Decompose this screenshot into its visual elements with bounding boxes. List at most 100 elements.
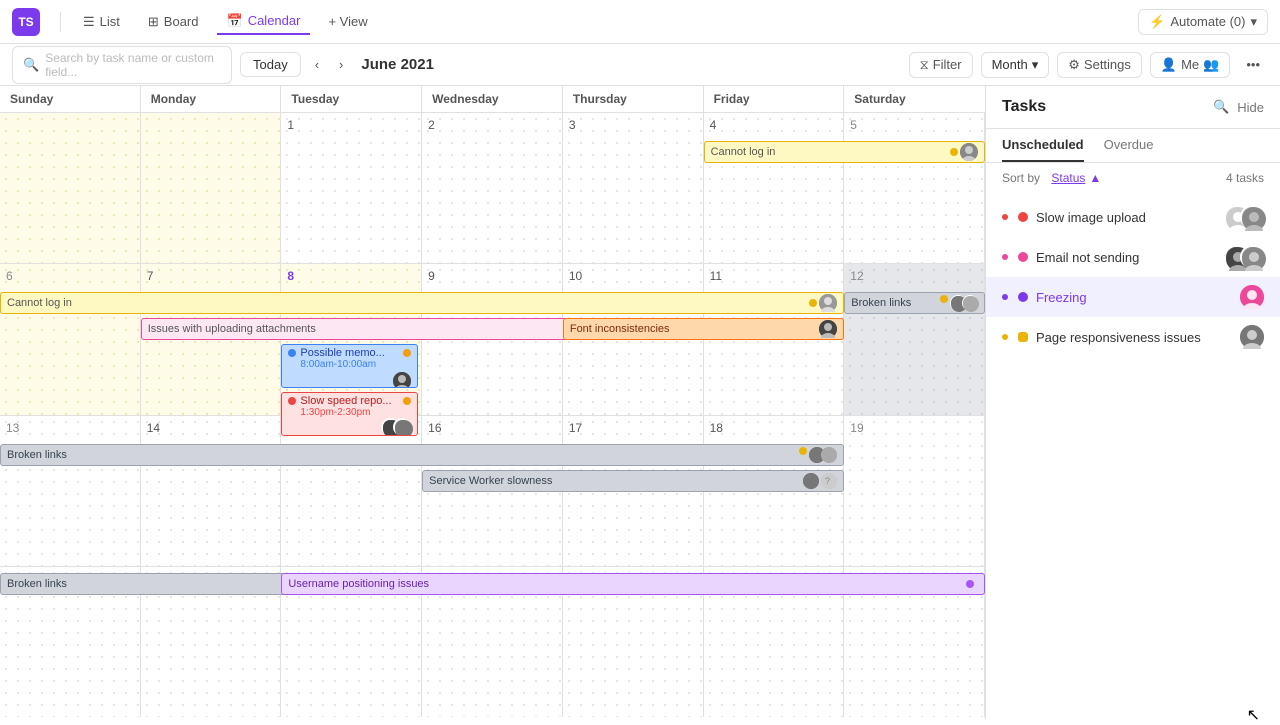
tab-unscheduled[interactable]: Unscheduled	[1002, 129, 1084, 162]
date-18: 18	[710, 421, 723, 435]
tasks-meta: Sort by Status ▲ 4 tasks	[986, 163, 1280, 193]
tasks-title: Tasks	[1002, 98, 1213, 116]
task-drag-handle	[1002, 334, 1008, 340]
header-sunday: Sunday	[0, 86, 141, 112]
broken-links-r3[interactable]: Broken links	[0, 444, 844, 466]
cal-cell-5[interactable]: 5	[844, 113, 985, 263]
username-positioning-event[interactable]: Username positioning issues	[281, 573, 985, 595]
header-monday: Monday	[141, 86, 282, 112]
automate-btn[interactable]: ⚡ Automate (0) ▾	[1138, 9, 1268, 35]
nav-calendar[interactable]: 📅 Calendar	[217, 9, 311, 35]
event-avatar	[819, 320, 837, 338]
event-time: 8:00am-10:00am	[288, 359, 376, 370]
cal-cell-13[interactable]: 13	[0, 416, 141, 566]
broken-links-r1[interactable]: Broken links	[844, 292, 985, 314]
event-label: Possible memo...	[300, 347, 384, 359]
service-worker-event[interactable]: Service Worker slowness ?	[422, 470, 844, 492]
toolbar: 🔍 Search by task name or custom field...…	[0, 44, 1280, 86]
cal-cell-12[interactable]: 12	[844, 264, 985, 414]
chevron-down-icon: ▾	[1250, 14, 1257, 30]
date-3: 3	[569, 118, 576, 132]
possible-memory-event[interactable]: Possible memo... 8:00am-10:00am	[281, 344, 418, 388]
list-icon: ☰	[83, 14, 95, 30]
tasks-tabs: Unscheduled Overdue	[986, 129, 1280, 163]
event-avatar-2	[962, 295, 978, 311]
task-avatar-1b	[1240, 205, 1264, 229]
event-label: Cannot log in	[711, 146, 776, 158]
event-label: Cannot log in	[7, 297, 72, 309]
date-1: 1	[287, 118, 294, 132]
date-5: 5	[850, 118, 857, 132]
nav-right: ⚡ Automate (0) ▾	[1138, 9, 1268, 35]
hide-btn[interactable]: Hide	[1237, 100, 1264, 115]
top-nav: TS ☰ List ⊞ Board 📅 Calendar + View ⚡ Au…	[0, 0, 1280, 44]
task-name-4: Page responsiveness issues	[1036, 330, 1232, 345]
settings-btn[interactable]: ⚙ Settings	[1057, 52, 1142, 78]
task-avatar-2b	[1240, 245, 1264, 269]
me-btn[interactable]: 👤 Me 👥	[1150, 52, 1230, 78]
search-box[interactable]: 🔍 Search by task name or custom field...	[12, 46, 232, 84]
date-7: 7	[147, 269, 154, 283]
logo-icon: TS	[12, 8, 40, 36]
cal-cell-1[interactable]: 1	[281, 113, 422, 263]
add-view-btn[interactable]: + View	[318, 10, 377, 33]
cal-cell-15[interactable]: 15	[281, 416, 422, 566]
task-drag-handle	[1002, 254, 1008, 260]
task-item-2[interactable]: Email not sending	[986, 237, 1280, 277]
month-btn[interactable]: Month ▾	[981, 52, 1050, 78]
sort-link[interactable]: Status	[1051, 171, 1085, 185]
event-label: Issues with uploading attachments	[148, 323, 316, 335]
cal-cell-4[interactable]: 4	[704, 113, 845, 263]
task-drag-handle	[1002, 214, 1008, 220]
tab-overdue[interactable]: Overdue	[1104, 129, 1154, 162]
cal-cell-6[interactable]: 6	[0, 264, 141, 414]
cal-cell-19[interactable]: 19	[844, 416, 985, 566]
tasks-search-icon[interactable]: 🔍	[1213, 99, 1229, 115]
slow-speed-event[interactable]: Slow speed repo... 1:30pm-2:30pm	[281, 392, 418, 436]
cannot-log-in-event-row0[interactable]: Cannot log in	[704, 141, 985, 163]
tasks-header: Tasks 🔍 Me Hide	[986, 86, 1280, 129]
tasks-panel: Tasks 🔍 Me Hide Unscheduled Overdue Sort…	[985, 86, 1280, 720]
cannot-log-in-r2[interactable]: Cannot log in	[0, 292, 844, 314]
ev-dot	[966, 580, 974, 588]
tasks-list: Slow image upload Email not sending	[986, 193, 1280, 720]
event-dot	[950, 148, 958, 156]
event-label: Broken links	[7, 449, 67, 461]
automate-icon: ⚡	[1149, 14, 1165, 30]
cal-row-2: 13 14 15 16 17 18	[0, 416, 985, 567]
calendar: Sunday Monday Tuesday Wednesday Thursday…	[0, 86, 985, 720]
cal-cell-blank-sun[interactable]	[0, 113, 141, 263]
cal-cell-blank-mon[interactable]	[141, 113, 282, 263]
cal-row-1: 6 7 8 9 10 11	[0, 264, 985, 415]
month-title: June 2021	[361, 56, 434, 73]
task-item-1[interactable]: Slow image upload	[986, 197, 1280, 237]
nav-board[interactable]: ⊞ Board	[138, 10, 209, 34]
cal-row-3: Broken links Username positioning issues	[0, 567, 985, 717]
task-status-2	[1018, 252, 1028, 262]
task-item-3[interactable]: Freezing ↖	[986, 277, 1280, 317]
nav-list[interactable]: ☰ List	[73, 10, 130, 34]
chevron-down-icon: ▾	[1032, 57, 1039, 73]
event-avatar-2	[393, 418, 411, 436]
cal-cell-3[interactable]: 3	[563, 113, 704, 263]
cal-cell-2[interactable]: 2	[422, 113, 563, 263]
task-item-4[interactable]: Page responsiveness issues	[986, 317, 1280, 357]
ev-dot-2	[403, 397, 411, 405]
more-btn[interactable]: •••	[1238, 53, 1268, 76]
filter-btn[interactable]: ⧖ Filter	[909, 52, 973, 78]
date-6: 6	[6, 269, 13, 283]
task-name-1: Slow image upload	[1036, 210, 1216, 225]
today-btn[interactable]: Today	[240, 52, 301, 77]
prev-btn[interactable]: ‹	[309, 53, 325, 76]
cal-cell-14[interactable]: 14	[141, 416, 282, 566]
date-16: 16	[428, 421, 441, 435]
event-avatar	[393, 372, 411, 388]
svg-text:?: ?	[825, 476, 830, 486]
tasks-actions: 🔍 Me Hide	[1213, 99, 1264, 115]
next-btn[interactable]: ›	[333, 53, 349, 76]
tasks-sort: Sort by Status ▲	[1002, 171, 1101, 185]
calendar-icon: 📅	[227, 13, 243, 29]
font-inconsistencies-event[interactable]: Font inconsistencies	[563, 318, 844, 340]
cursor-indicator: ↖	[1247, 705, 1260, 720]
user-icon: 👤	[1161, 57, 1177, 73]
